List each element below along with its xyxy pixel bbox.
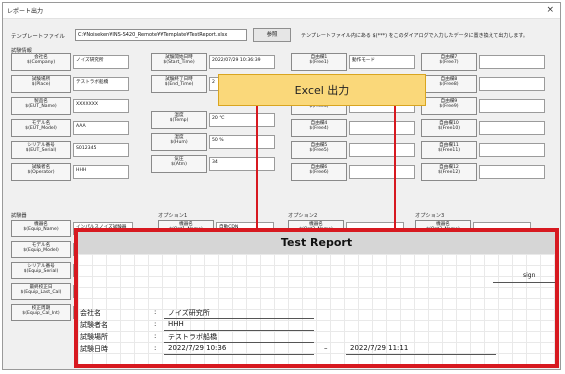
equip-label-4: 校正周期 $(Equip_Cal_Int) xyxy=(11,304,71,321)
sign-line xyxy=(493,282,555,283)
free-a-label-5: 自由欄6 $(Free6) xyxy=(291,163,347,181)
report-date-label: 試験日時 xyxy=(80,345,108,353)
template-path-input[interactable]: C:¥Noiseken¥INS-S420_Remote¥¥Template¥Te… xyxy=(75,29,247,41)
callout-text: Excel 出力 xyxy=(294,84,350,97)
free-b-input-0[interactable] xyxy=(479,55,545,69)
free-a-label-4: 自由欄5 $(Free5) xyxy=(291,141,347,159)
test-env-input-1[interactable]: 50 % xyxy=(209,135,275,149)
equip-label-1: モデル名 $(Equip_Model) xyxy=(11,241,71,258)
report-row-colon-2: : xyxy=(154,332,157,340)
report-row-line-0 xyxy=(164,318,314,319)
test-info-label-3: モデル名 $(EUT_Model) xyxy=(11,119,71,137)
report-row-colon-1: : xyxy=(154,320,157,328)
free-a-input-4[interactable] xyxy=(349,143,415,157)
free-b-label-2: 自由欄9 $(Free9) xyxy=(421,97,477,115)
free-a-input-5[interactable] xyxy=(349,165,415,179)
free-b-input-2[interactable] xyxy=(479,99,545,113)
test-time-label-1: 試験終了日時 $(End_Time) xyxy=(151,75,207,93)
free-b-input-5[interactable] xyxy=(479,165,545,179)
template-note: テンプレートファイル内にある $(***) をこのダイアログで入力したデータに置… xyxy=(301,33,528,39)
free-b-label-4: 自由欄11 $(Free11) xyxy=(421,141,477,159)
test-info-label-1: 試験場所 $(Place) xyxy=(11,75,71,93)
free-b-input-4[interactable] xyxy=(479,143,545,157)
close-icon[interactable]: × xyxy=(546,4,554,16)
report-row-value-0: ノイズ研究所 xyxy=(168,309,210,317)
equipment-heading: 試験器 xyxy=(11,213,27,219)
free-b-label-1: 自由欄8 $(Free8) xyxy=(421,75,477,93)
test-info-input-2[interactable]: XXXXXXX xyxy=(73,99,129,113)
report-grid xyxy=(78,254,555,364)
free-a-label-0: 自由欄1 $(Free1) xyxy=(291,53,347,71)
equip-label-3: 最終校正日 $(Equip_Last_Cal) xyxy=(11,283,71,300)
free-b-label-5: 自由欄12 $(Free12) xyxy=(421,163,477,181)
excel-output-callout: Excel 出力 xyxy=(218,74,426,106)
option1-heading: オプション1 xyxy=(158,213,188,219)
free-b-label-0: 自由欄7 $(Free7) xyxy=(421,53,477,71)
test-info-label-5: 試験者名 $(Operator) xyxy=(11,163,71,181)
test-info-input-3[interactable]: AAA xyxy=(73,121,129,135)
equip-label-2: シリアル番号 $(Equip_Serial) xyxy=(11,262,71,279)
excel-report-preview: Test Report sign 会社名: ノイズ研究所試験者名: HHH 試験場所:… xyxy=(74,228,559,368)
equip-label-0: 機器名 $(Equip_Name) xyxy=(11,220,71,237)
report-date-colon: : xyxy=(154,344,157,352)
test-env-label-1: 湿度 $(Hum) xyxy=(151,133,207,151)
report-row-line-1 xyxy=(164,330,314,331)
report-row-value-1: HHH xyxy=(168,320,184,328)
browse-button[interactable]: 参照 xyxy=(253,28,291,42)
report-title: Test Report xyxy=(78,232,555,254)
test-env-label-2: 気圧 $(Atm) xyxy=(151,155,207,173)
test-info-label-2: 製品名 $(EUT_Name) xyxy=(11,97,71,115)
free-b-label-3: 自由欄10 $(Free10) xyxy=(421,119,477,137)
test-time-input-0[interactable]: 2022/07/29 10:36:39 xyxy=(209,55,275,69)
report-date-start-line xyxy=(164,354,314,355)
test-env-label-0: 温度 $(Temp) xyxy=(151,111,207,129)
report-row-label-0: 会社名 xyxy=(80,309,101,317)
report-date-start: 2022/7/29 10:36 xyxy=(168,344,227,352)
test-env-input-2[interactable]: 34 xyxy=(209,157,275,171)
template-file-label: テンプレートファイル xyxy=(11,34,65,40)
callout-connector-left xyxy=(256,106,258,228)
test-info-label-0: 会社名 $(Company) xyxy=(11,53,71,71)
test-time-label-0: 試験開始日時 $(Start_Time) xyxy=(151,53,207,71)
free-a-input-3[interactable] xyxy=(349,121,415,135)
report-row-label-2: 試験場所 xyxy=(80,333,108,341)
test-info-input-5[interactable]: HHH xyxy=(73,165,129,179)
report-row-value-2: テストラボ船橋 xyxy=(168,333,217,341)
test-info-input-1[interactable]: テストラボ船橋 xyxy=(73,77,129,91)
sign-label: sign xyxy=(523,272,536,279)
report-date-end: 2022/7/29 11:11 xyxy=(350,344,409,352)
option3-heading: オプション3 xyxy=(415,213,445,219)
report-row-colon-0: : xyxy=(154,308,157,316)
test-info-input-0[interactable]: ノイズ研究所 xyxy=(73,55,129,69)
option2-heading: オプション2 xyxy=(288,213,318,219)
free-a-label-3: 自由欄4 $(Free4) xyxy=(291,119,347,137)
free-b-input-1[interactable] xyxy=(479,77,545,91)
callout-connector-right xyxy=(394,106,396,228)
test-info-input-4[interactable]: S012345 xyxy=(73,143,129,157)
test-info-label-4: シリアル番号 $(EUT_Serial) xyxy=(11,141,71,159)
free-b-input-3[interactable] xyxy=(479,121,545,135)
free-a-input-0[interactable]: 動作モード xyxy=(349,55,415,69)
report-row-label-1: 試験者名 xyxy=(80,321,108,329)
title-bar: レポート出力 × xyxy=(3,3,560,19)
test-env-input-0[interactable]: 20 ℃ xyxy=(209,113,275,127)
report-date-separator: – xyxy=(324,344,328,352)
report-row-line-2 xyxy=(164,342,314,343)
report-date-end-line xyxy=(346,354,496,355)
window-title: レポート出力 xyxy=(7,8,44,15)
